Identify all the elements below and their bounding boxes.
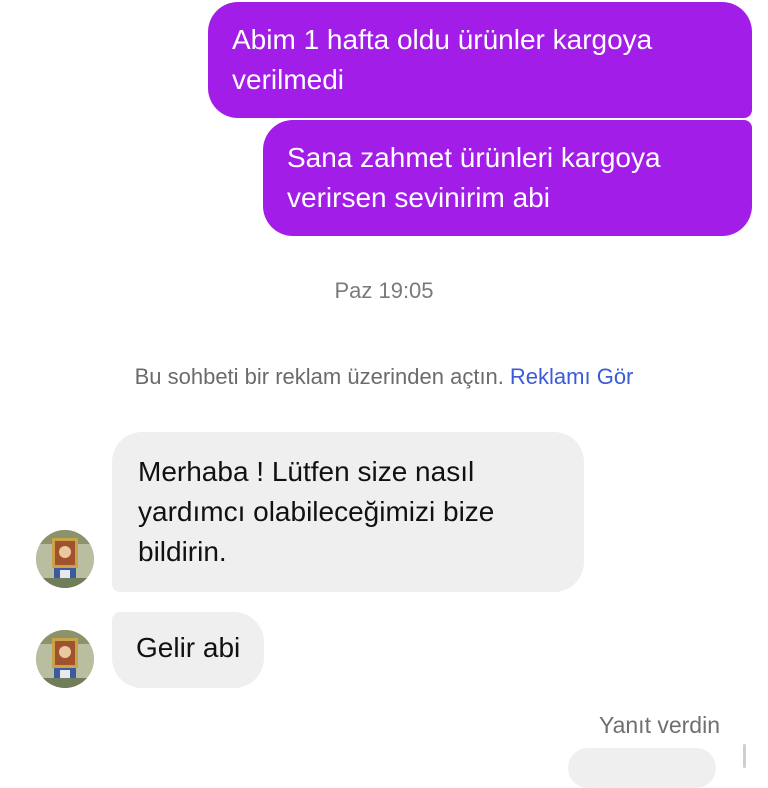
message-timestamp: Paz 19:05 (334, 278, 434, 303)
profile-avatar-icon[interactable] (36, 530, 94, 588)
reply-status: Yanıt verdin (598, 712, 720, 738)
see-ad-link[interactable]: Reklamı Gör (510, 364, 633, 389)
incoming-message-1[interactable]: Merhaba ! Lütfen size nasıl yardımcı ola… (112, 432, 584, 592)
outgoing-message-1[interactable]: Abim 1 hafta oldu ürünler kargoya verilm… (208, 2, 752, 118)
profile-avatar-icon[interactable] (36, 630, 94, 688)
scrollbar[interactable] (743, 744, 746, 768)
outgoing-message-2[interactable]: Sana zahmet ürünleri kargoya verirsen se… (263, 120, 752, 236)
incoming-message-text: Gelir abi (136, 632, 241, 663)
ad-notice: Bu sohbeti bir reklam üzerinden açtın. Re… (0, 364, 768, 390)
outgoing-message-text: Sana zahmet ürünleri kargoya verirsen se… (287, 142, 661, 213)
incoming-message-text: Merhaba ! Lütfen size nasıl yardımcı ola… (138, 456, 495, 567)
outgoing-message-text: Abim 1 hafta oldu ürünler kargoya verilm… (232, 24, 653, 95)
partial-message-bubble[interactable] (568, 748, 716, 788)
ad-notice-text: Bu sohbeti bir reklam üzerinden açtın. (134, 364, 504, 389)
incoming-message-2[interactable]: Gelir abi (112, 612, 265, 688)
